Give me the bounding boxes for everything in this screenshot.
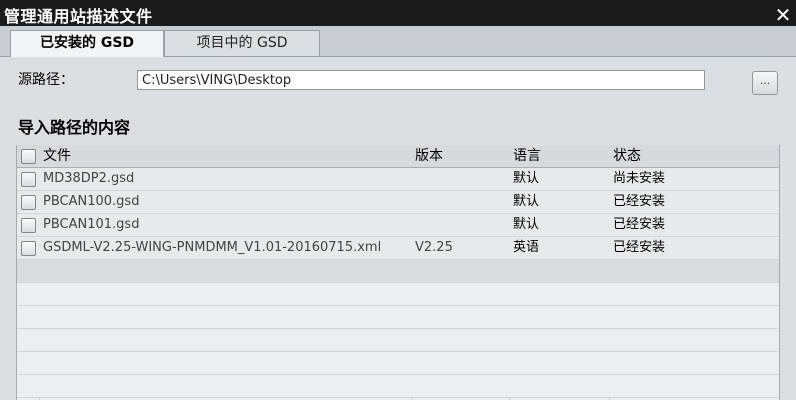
- empty-row: [17, 329, 779, 352]
- browse-button[interactable]: ...: [752, 71, 778, 95]
- language-cell: 默认: [513, 194, 540, 209]
- status-cell: 已经安装: [613, 217, 666, 232]
- version-cell: V2.25: [415, 240, 453, 255]
- tab-strip: 已安装的 GSD 项目中的 GSD: [0, 26, 796, 57]
- empty-row: [17, 352, 779, 375]
- status-cell: 已经安装: [613, 194, 666, 209]
- column-header-file[interactable]: 文件: [43, 145, 408, 167]
- table-row[interactable]: GSDML-V2.25-WING-PNMDMM_V1.01-20160715.x…: [17, 237, 779, 260]
- gsd-table: 文件 版本 语言 状态 MD38DP2.gsd 默认 尚未安装 PBCAN100…: [16, 145, 780, 400]
- file-cell: MD38DP2.gsd: [43, 171, 135, 186]
- source-path-input[interactable]: C:\Users\VING\Desktop: [137, 70, 705, 90]
- language-cell: 默认: [513, 171, 540, 186]
- file-cell: PBCAN101.gsd: [43, 217, 140, 232]
- empty-row: [17, 260, 779, 283]
- row-checkbox[interactable]: [21, 172, 36, 187]
- version-cell: [415, 214, 505, 236]
- column-header-language[interactable]: 语言: [513, 145, 603, 167]
- row-checkbox[interactable]: [21, 218, 36, 233]
- row-checkbox[interactable]: [21, 195, 36, 210]
- language-cell: 英语: [513, 240, 540, 255]
- empty-row: [17, 375, 779, 398]
- table-row[interactable]: MD38DP2.gsd 默认 尚未安装: [17, 168, 779, 191]
- empty-row: [17, 306, 779, 329]
- column-header-status[interactable]: 状态: [613, 145, 773, 167]
- column-header-version[interactable]: 版本: [415, 145, 505, 167]
- row-checkbox[interactable]: [21, 241, 36, 256]
- file-cell: GSDML-V2.25-WING-PNMDMM_V1.01-20160715.x…: [43, 240, 382, 255]
- select-all-checkbox[interactable]: [21, 149, 36, 164]
- section-title: 导入路径的内容: [18, 118, 131, 137]
- table-row[interactable]: PBCAN101.gsd 默认 已经安装: [17, 214, 779, 237]
- version-cell: [415, 191, 505, 213]
- empty-row: [17, 283, 779, 306]
- close-button[interactable]: ✕: [774, 5, 792, 25]
- language-cell: 默认: [513, 217, 540, 232]
- source-path-label: 源路径：: [18, 72, 74, 88]
- status-cell: 已经安装: [613, 240, 666, 255]
- table-header-row: 文件 版本 语言 状态: [17, 145, 779, 168]
- table-row[interactable]: PBCAN100.gsd 默认 已经安装: [17, 191, 779, 214]
- version-cell: [415, 168, 505, 190]
- tab-project-gsd[interactable]: 项目中的 GSD: [164, 30, 320, 56]
- window-title: 管理通用站描述文件: [4, 7, 153, 26]
- file-cell: PBCAN100.gsd: [43, 194, 140, 209]
- tab-installed-gsd[interactable]: 已安装的 GSD: [10, 30, 164, 57]
- title-bar: 管理通用站描述文件 ✕: [0, 0, 796, 26]
- source-path-row: 源路径： C:\Users\VING\Desktop ...: [0, 57, 796, 107]
- status-cell: 尚未安装: [613, 171, 666, 186]
